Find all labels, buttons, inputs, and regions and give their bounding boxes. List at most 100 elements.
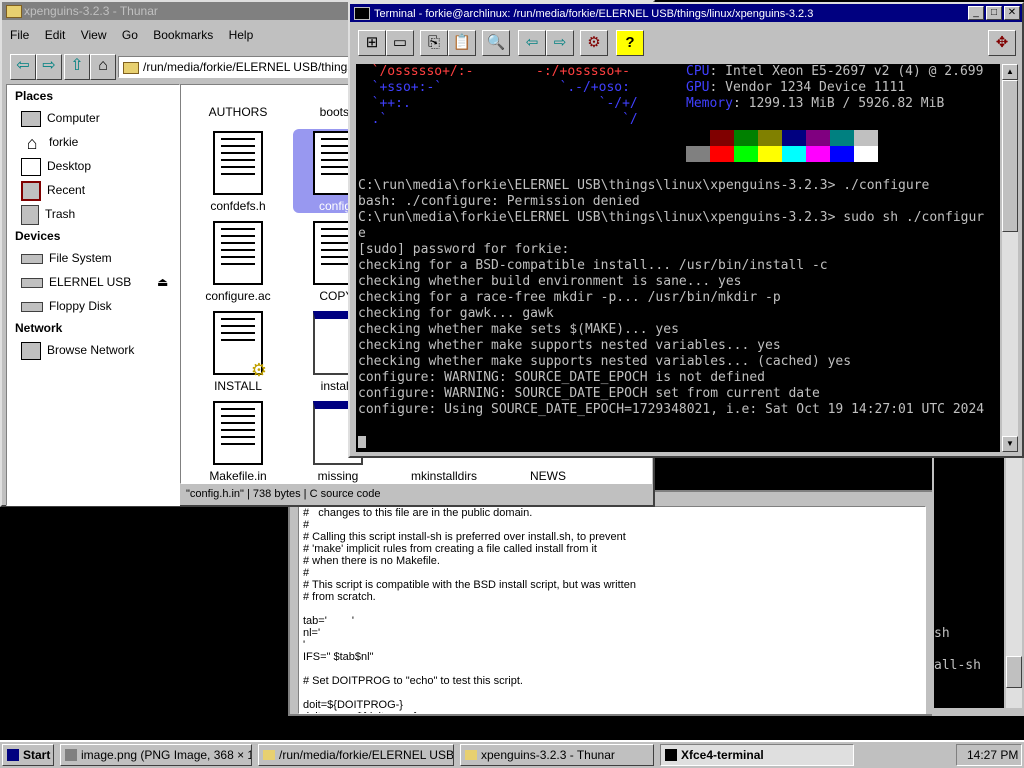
editor-text-area[interactable]: # changes to this file are in the public… (298, 506, 926, 714)
fullscreen-button[interactable]: ✥ (988, 30, 1016, 56)
color-swatch (758, 130, 782, 146)
terminal-icon (665, 749, 677, 761)
home-button[interactable]: ⌂ (90, 54, 116, 80)
sidebar-item-label: ELERNEL USB (49, 275, 132, 289)
art-line: `++:. `-/+/ (356, 96, 638, 111)
color-swatch (854, 130, 878, 146)
editor-line: # (303, 567, 310, 579)
new-tab-button[interactable]: ⊞ (358, 30, 386, 56)
color-swatch (686, 130, 710, 146)
sidebar-item-trash[interactable]: Trash (21, 203, 75, 225)
terminal-screen[interactable]: `/ossssso+/:- -:/+osssso+- `+sso+:-` `.-… (356, 64, 1000, 452)
file-label: mkinstalldirs (410, 469, 477, 483)
color-swatch (854, 146, 878, 162)
scroll-up-button[interactable]: ▲ (1002, 64, 1018, 80)
clock-label: 14:27 PM (967, 748, 1019, 762)
editor-line: # Calling this script install-sh is pref… (303, 531, 626, 543)
bg-terminal-scrollbar[interactable] (1006, 456, 1022, 708)
preferences-button[interactable]: ⚙ (580, 30, 608, 56)
computer-icon (21, 110, 41, 127)
menu-view[interactable]: View (81, 28, 107, 42)
text-file-icon (213, 401, 263, 465)
close-button[interactable]: ✕ (1004, 6, 1020, 20)
thunar-menubar: File Edit View Go Bookmarks Help (10, 28, 253, 46)
neofetch-art: `/ossssso+/:- -:/+osssso+- `+sso+:-` `.-… (356, 64, 686, 128)
file-label: confdefs.h (210, 199, 266, 213)
drive-icon (21, 253, 43, 264)
menu-edit[interactable]: Edit (45, 28, 66, 42)
editor-line: # changes to this file are in the public… (303, 507, 533, 519)
sidebar-item-label: forkie (49, 135, 79, 149)
folder-icon (465, 750, 477, 760)
taskbar-item-label: Xfce4-terminal (681, 748, 764, 762)
floppy-icon (21, 301, 43, 312)
search-button[interactable]: 🔍 (482, 30, 510, 56)
desktop-icon (21, 157, 41, 176)
location-bar[interactable]: /run/media/forkie/ELERNEL USB/things/lin… (118, 56, 356, 78)
forward-button[interactable]: ⇨ (36, 54, 62, 80)
taskbar-item-thunar[interactable]: xpenguins-3.2.3 - Thunar (460, 744, 654, 766)
menu-file[interactable]: File (10, 28, 29, 42)
new-window-button[interactable]: ▭ (386, 30, 414, 56)
sidebar-item-recent[interactable]: Recent (21, 179, 85, 201)
terminal-line: configure: WARNING: SOURCE_DATE_EPOCH se… (358, 386, 820, 401)
sysinfo-key: Memory (686, 96, 733, 111)
sidebar-item-computer[interactable]: Computer (21, 107, 100, 129)
sidebar-item-browse-network[interactable]: Browse Network (21, 339, 134, 361)
back-button[interactable]: ⇦ (10, 54, 36, 80)
color-swatch (782, 146, 806, 162)
file-item[interactable]: confdefs.h (193, 131, 283, 213)
file-label: Makefile.in (209, 469, 267, 483)
taskbar-item-terminal[interactable]: Xfce4-terminal (660, 744, 854, 766)
scroll-thumb[interactable] (1002, 80, 1018, 232)
taskbar-item-label: image.png (PNG Image, 368 × 13... (81, 748, 252, 762)
minimize-button[interactable]: _ (968, 6, 984, 20)
terminal-line: bash: ./configure: Permission denied (358, 194, 640, 209)
color-palette (686, 130, 886, 166)
sidebar-item-desktop[interactable]: Desktop (21, 155, 91, 177)
sidebar-item-floppy[interactable]: Floppy Disk (21, 295, 112, 317)
terminal-titlebar[interactable]: Terminal - forkie@archlinux: /run/media/… (350, 4, 1022, 22)
terminal-output: C:\run\media\forkie\ELERNEL USB\things\l… (358, 178, 1000, 418)
eject-icon[interactable]: ⏏ (157, 271, 168, 293)
bg-terminal-window: sh all-sh (932, 450, 1024, 716)
maximize-button[interactable]: □ (986, 6, 1002, 20)
editor-line: nl=' (303, 627, 321, 639)
sysinfo: CPU: Intel Xeon E5-2697 v2 (4) @ 2.699 G… (686, 64, 1000, 112)
folder-icon (123, 61, 139, 74)
help-button[interactable]: ? (616, 30, 644, 56)
scroll-thumb[interactable] (1006, 656, 1022, 688)
copy-button[interactable]: ⎘ (420, 30, 448, 56)
file-item[interactable]: ⚙ INSTALL (193, 311, 283, 393)
sidebar-item-filesystem[interactable]: File System (21, 247, 112, 269)
sysinfo-value: : 1299.13 MiB / 5926.82 MiB (732, 96, 945, 111)
taskbar-item-path[interactable]: /run/media/forkie/ELERNEL USB/... (258, 744, 454, 766)
color-swatch (686, 146, 710, 162)
up-button[interactable]: ⇧ (64, 54, 90, 80)
terminal-line: checking whether build environment is sa… (358, 274, 742, 289)
sidebar-item-usb[interactable]: ELERNEL USB ⏏ (21, 271, 171, 293)
sidebar-item-label: Floppy Disk (49, 299, 112, 313)
prev-tab-button[interactable]: ⇦ (518, 30, 546, 56)
location-path: /run/media/forkie/ELERNEL USB/things/lin… (143, 60, 355, 74)
terminal-scrollbar[interactable]: ▲ ▼ (1002, 64, 1018, 452)
menu-help[interactable]: Help (229, 28, 254, 42)
scroll-down-button[interactable]: ▼ (1002, 436, 1018, 452)
menu-bookmarks[interactable]: Bookmarks (153, 28, 213, 42)
sidebar-item-forkie[interactable]: ⌂ forkie (21, 131, 79, 153)
sidebar-item-label: Desktop (47, 159, 92, 173)
drive-icon (21, 277, 43, 288)
menu-go[interactable]: Go (122, 28, 138, 42)
file-item[interactable]: AUTHORS (193, 85, 283, 119)
editor-line: ' (303, 639, 306, 651)
next-tab-button[interactable]: ⇨ (546, 30, 574, 56)
file-item[interactable]: Makefile.in (193, 401, 283, 483)
sysinfo-key: GPU (686, 80, 710, 95)
color-swatch (734, 130, 758, 146)
taskbar-item-image[interactable]: image.png (PNG Image, 368 × 13... (60, 744, 252, 766)
color-swatch (782, 130, 806, 146)
file-item[interactable]: configure.ac (193, 221, 283, 303)
sysinfo-key: CPU (686, 64, 710, 79)
start-button[interactable]: Start (2, 744, 54, 766)
paste-button[interactable]: 📋 (448, 30, 476, 56)
